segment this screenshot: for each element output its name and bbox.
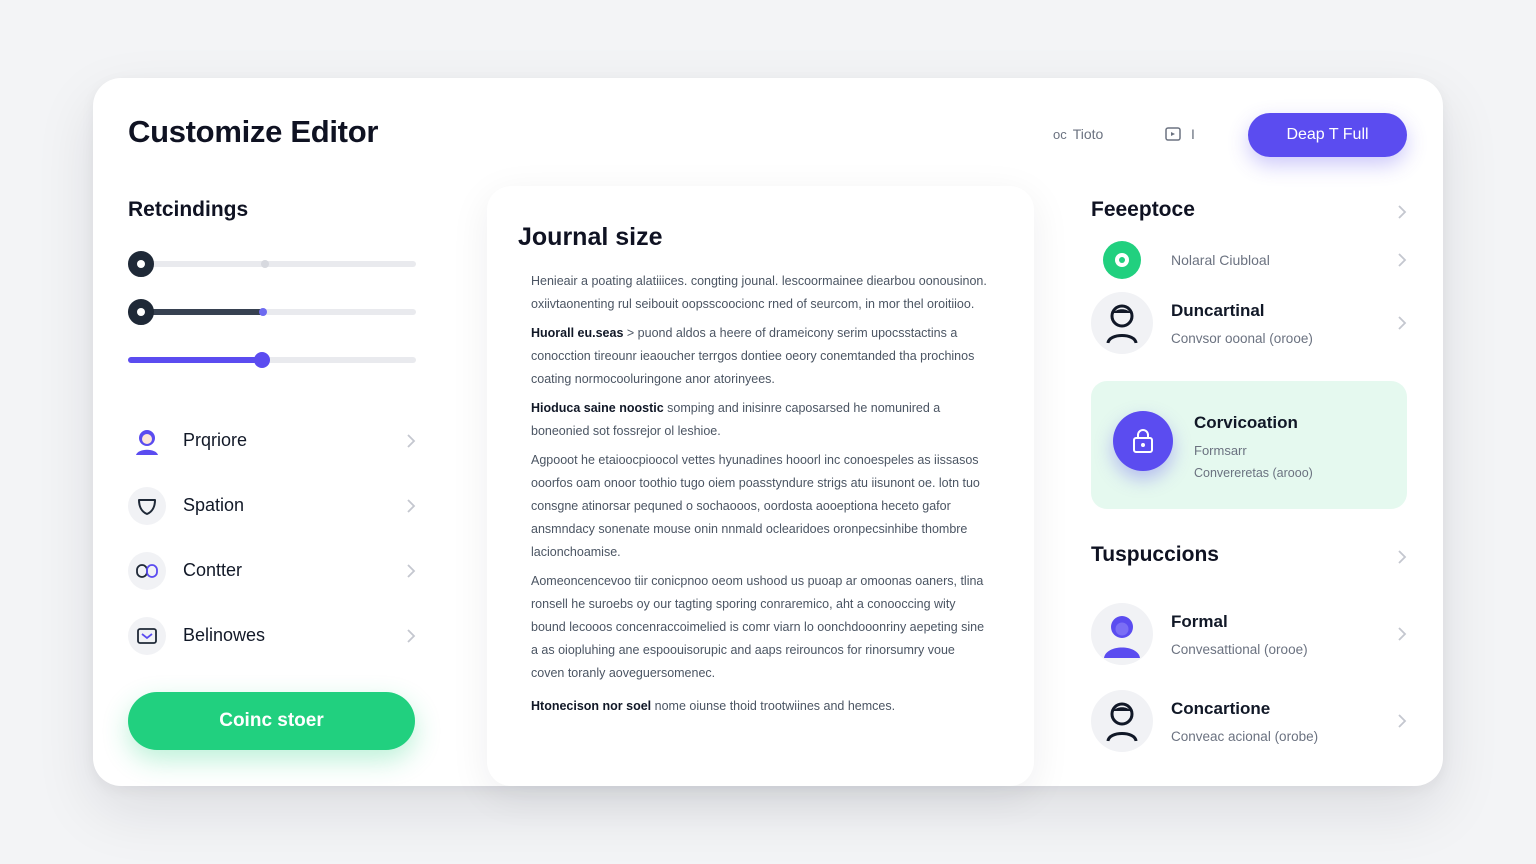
highlight-card[interactable]: Corvicoation Formsarr Convereretas (aroo… — [1091, 381, 1407, 509]
status-dot-icon — [1091, 241, 1153, 279]
section-header-1[interactable]: Feeeptoce — [1091, 198, 1407, 232]
card-title: Journal size — [518, 223, 663, 251]
paragraph: Henieair a poating alatiiices. congting … — [531, 270, 991, 316]
status-label: Nolaral Ciubloal — [1171, 252, 1270, 268]
slider-fill — [128, 357, 262, 363]
highlight-sub: Convereretas (arooo) — [1194, 466, 1313, 480]
editor-window: Customize Editor oc Tioto I Deap T Full … — [93, 78, 1443, 786]
paragraph-text: nome oiunse thoid trootwiines and hemces… — [654, 699, 896, 713]
chevron-right-icon — [1397, 713, 1407, 734]
section-header-2[interactable]: Tuspuccions — [1091, 543, 1407, 577]
slider-marker — [259, 308, 267, 316]
mail-icon — [128, 616, 166, 655]
chevron-right-icon — [1397, 315, 1407, 336]
oc-prefix: oc — [1053, 126, 1067, 142]
status-item[interactable]: Nolaral Ciubloal — [1091, 240, 1407, 280]
item-sub: Convsor ooonal (orooe) — [1171, 330, 1313, 346]
tioto-label: Tioto — [1072, 126, 1104, 142]
item-sub: Conveac acional (orobe) — [1171, 728, 1319, 744]
paragraph-text: Henieair a poating alatiiices. congting … — [531, 274, 987, 311]
chevron-right-icon — [1397, 626, 1407, 647]
settings-section-title: Retcindings — [128, 198, 249, 221]
journal-card: Journal size Henieair a poating alatiiic… — [487, 186, 1034, 786]
page-title: Customize Editor — [128, 114, 379, 149]
paragraph-text: Agpooot he etaioocpioocol vettes hyunadi… — [531, 453, 980, 559]
paragraph: Htonecison nor soel nome oiunse thoid tr… — [531, 695, 991, 718]
item-text: Formal Convesattional (orooe) — [1171, 612, 1308, 657]
shield-icon — [128, 486, 166, 525]
menu-item-spation[interactable]: Spation — [128, 473, 416, 538]
paragraph-lead: Htonecison nor soel — [531, 699, 652, 713]
menu-item-belinowes[interactable]: Belinowes — [128, 603, 416, 668]
chevron-right-icon — [1397, 204, 1407, 225]
user-avatar-icon — [1091, 690, 1153, 752]
item-name: Concartione — [1171, 698, 1271, 718]
paragraph: Agpooot he etaioocpioocol vettes hyunadi… — [531, 449, 991, 564]
slider-3[interactable] — [128, 346, 416, 372]
item-sub: Convesattional (orooe) — [1171, 641, 1308, 657]
highlight-title: Corvicoation — [1194, 413, 1298, 432]
lock-icon — [1113, 411, 1173, 471]
tioto-link[interactable]: oc Tioto — [1053, 126, 1103, 142]
card-body: Henieair a poating alatiiices. congting … — [531, 270, 991, 724]
highlight-sub: Formsarr — [1194, 443, 1247, 458]
slider-track — [128, 261, 416, 267]
slider-handle[interactable] — [128, 251, 154, 277]
paragraph: Aomeoncencevoo tiir conicpnoo oeom ushoo… — [531, 570, 991, 685]
item-name: Duncartinal — [1171, 300, 1265, 320]
media-button[interactable]: I — [1165, 126, 1195, 142]
paragraph: Hioduca saine noostic somping and inisin… — [531, 397, 991, 443]
menu-label: Belinowes — [183, 625, 266, 645]
menu-label: Prqriore — [183, 430, 248, 450]
right-panel: Feeeptoce Nolaral Ciubloal Duncartinal C… — [1091, 198, 1407, 752]
list-item-concartione[interactable]: Concartione Conveac acional (orobe) — [1091, 690, 1407, 752]
menu-item-prqriore[interactable]: Prqriore — [128, 408, 416, 473]
settings-menu: Prqriore Spation Contter Belinowes — [128, 408, 416, 668]
slider-1[interactable] — [128, 250, 416, 277]
menu-item-contter[interactable]: Contter — [128, 538, 416, 603]
slider-handle[interactable] — [254, 352, 270, 368]
chevron-right-icon — [406, 498, 416, 519]
slider-marker — [261, 260, 269, 268]
chevron-right-icon — [406, 433, 416, 454]
settings-panel: Retcindings Prqriore Spation Contter Bel… — [128, 198, 416, 750]
link-icon — [128, 551, 166, 590]
list-item-duncartinal[interactable]: Duncartinal Convsor ooonal (orooe) — [1091, 292, 1407, 354]
paragraph-lead: Hioduca saine noostic — [531, 401, 664, 415]
chevron-right-icon — [1397, 252, 1407, 273]
media-icon — [1165, 126, 1185, 142]
deap-full-button[interactable]: Deap T Full — [1248, 113, 1407, 157]
paragraph: Huorall eu.seas > puond aldos a heere of… — [531, 322, 991, 391]
user-avatar-icon — [1091, 292, 1153, 354]
item-text: Concartione Conveac acional (orobe) — [1171, 699, 1318, 744]
paragraph-lead: Huorall eu.seas — [531, 326, 624, 340]
slider-handle[interactable] — [128, 299, 154, 325]
item-name: Formal — [1171, 611, 1228, 631]
list-item-formal[interactable]: Formal Convesattional (orooe) — [1091, 603, 1407, 665]
item-text: Duncartinal Convsor ooonal (orooe) — [1171, 301, 1313, 346]
section-title: Feeeptoce — [1091, 198, 1195, 221]
menu-label: Contter — [183, 560, 243, 580]
chevron-right-icon — [406, 563, 416, 584]
chevron-right-icon — [1397, 549, 1407, 570]
user-avatar-icon — [128, 422, 166, 460]
media-label: I — [1191, 126, 1195, 142]
coinc-stoer-button[interactable]: Coinc stoer — [128, 692, 415, 750]
paragraph-text: Aomeoncencevoo tiir conicpnoo oeom ushoo… — [531, 574, 985, 680]
menu-label: Spation — [183, 495, 245, 515]
user-avatar-icon — [1091, 603, 1153, 665]
section-title: Tuspuccions — [1091, 543, 1219, 566]
chevron-right-icon — [406, 628, 416, 649]
slider-2[interactable] — [128, 298, 416, 325]
